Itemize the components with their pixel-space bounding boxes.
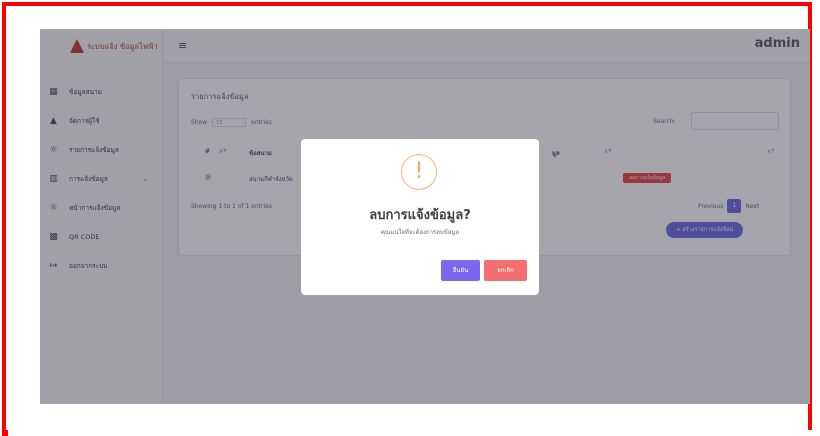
dialog-title: ลบการแจ้งข้อมูล? — [369, 208, 471, 223]
dialog-message: คุณแน่ใจที่จะต้องการลบข้อมูล — [380, 229, 460, 236]
confirm-dialog: ! ลบการแจ้งข้อมูล? คุณแน่ใจที่จะต้องการล… — [301, 139, 539, 295]
app-screen: ระบบแจ้ง ข้อมูลไฟฟ้า ▦ ข้อมูลสนาม ▲ จัดก… — [40, 29, 810, 404]
confirm-button[interactable]: ยืนยัน — [441, 260, 480, 281]
red-border-corner — [2, 430, 8, 436]
cancel-button[interactable]: ยกเลิก — [484, 260, 527, 281]
warning-icon: ! — [401, 154, 437, 190]
